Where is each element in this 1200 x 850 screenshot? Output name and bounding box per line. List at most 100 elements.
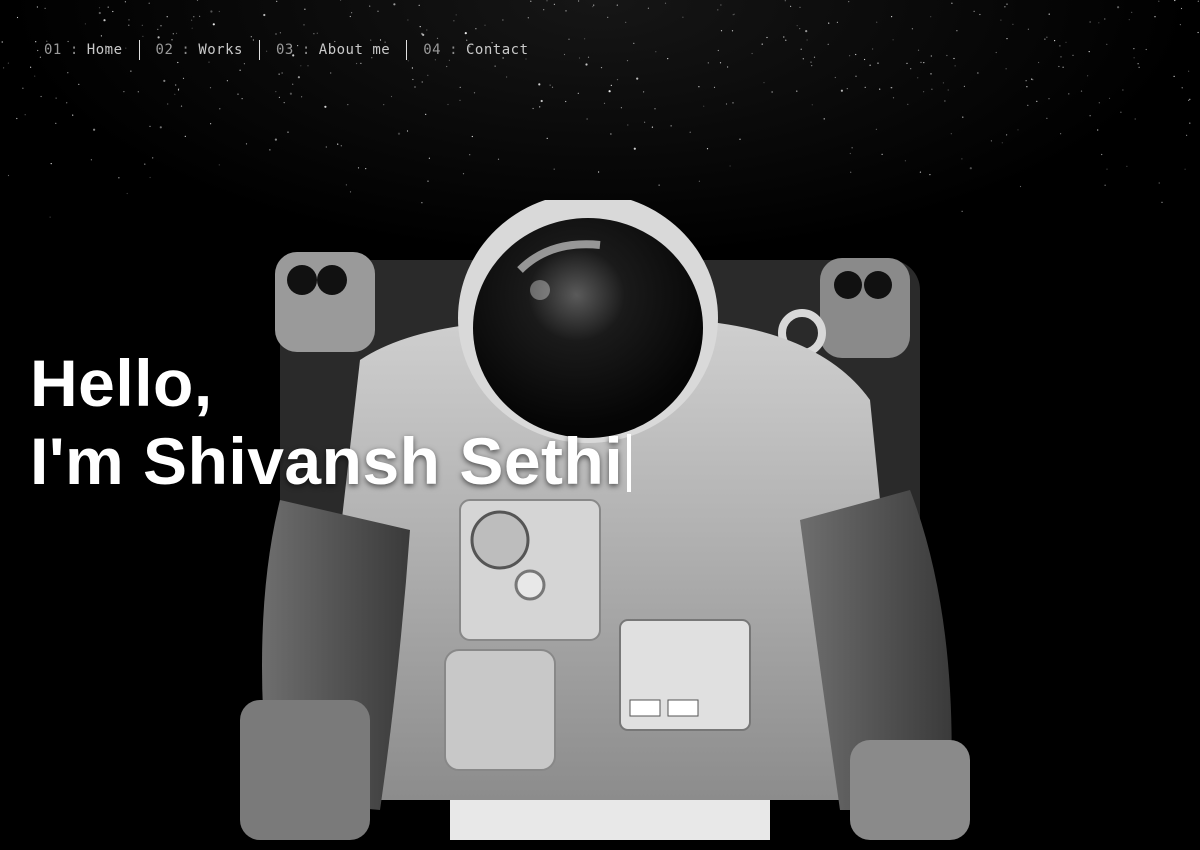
star	[625, 21, 627, 23]
nav-item-label[interactable]: About me	[319, 42, 390, 58]
star	[1133, 57, 1135, 59]
star	[954, 65, 956, 67]
star	[881, 153, 883, 155]
star	[610, 133, 612, 135]
star	[3, 67, 5, 69]
star	[144, 163, 146, 165]
star	[446, 65, 448, 68]
hero-greeting-line: Hello,	[30, 346, 213, 420]
star	[891, 16, 893, 18]
star	[1088, 51, 1090, 53]
star	[390, 95, 393, 98]
star	[800, 48, 802, 50]
star	[698, 180, 701, 182]
star	[1048, 13, 1050, 15]
star	[890, 87, 892, 89]
star	[55, 97, 57, 99]
star	[1128, 19, 1130, 21]
star	[969, 167, 972, 170]
star	[585, 63, 588, 66]
star	[1098, 102, 1100, 104]
star	[397, 132, 401, 135]
star	[159, 126, 162, 129]
star	[1027, 104, 1029, 106]
star	[950, 133, 952, 135]
star	[1019, 185, 1022, 188]
star	[1012, 23, 1014, 25]
star	[616, 79, 619, 81]
star	[647, 7, 650, 9]
star	[1173, 75, 1175, 77]
star	[1197, 0, 1199, 2]
star	[1197, 31, 1199, 34]
nav-item-home[interactable]: 01 : Home	[38, 40, 139, 60]
star	[93, 128, 96, 131]
star	[603, 102, 606, 104]
star	[977, 72, 979, 74]
star	[1087, 75, 1089, 77]
star	[278, 96, 280, 98]
star	[651, 126, 654, 128]
star	[276, 0, 278, 2]
star	[50, 163, 52, 165]
star	[1027, 28, 1029, 30]
star	[484, 24, 486, 26]
typing-cursor	[627, 434, 632, 492]
star	[303, 24, 305, 26]
star	[1161, 201, 1163, 203]
star	[469, 154, 471, 156]
star	[849, 152, 851, 155]
star	[330, 72, 332, 74]
star	[44, 7, 46, 9]
star	[112, 10, 114, 13]
nav-item-separator: :	[301, 42, 311, 58]
star	[212, 23, 215, 26]
star	[720, 4, 722, 6]
star	[1059, 45, 1061, 47]
star	[304, 8, 306, 10]
star	[1098, 22, 1100, 24]
star	[1188, 70, 1190, 72]
star	[123, 91, 125, 93]
star	[1186, 134, 1188, 136]
star	[911, 28, 914, 30]
star	[703, 105, 705, 107]
nav-item-label[interactable]: Works	[198, 42, 243, 58]
star	[377, 10, 379, 12]
star	[473, 92, 476, 94]
star	[763, 82, 765, 84]
star	[447, 103, 449, 106]
nav-item-works[interactable]: 02 : Works	[140, 40, 259, 60]
star	[313, 33, 315, 35]
star	[243, 63, 245, 65]
star	[587, 56, 590, 58]
star	[49, 216, 51, 218]
star	[953, 57, 955, 60]
star	[137, 91, 139, 93]
star	[289, 92, 292, 95]
star	[218, 10, 220, 13]
star	[316, 32, 318, 34]
star	[1032, 79, 1034, 81]
nav-item-label[interactable]: Home	[87, 42, 123, 58]
star	[1080, 90, 1083, 92]
star	[990, 140, 993, 142]
star	[1089, 115, 1091, 117]
star	[771, 91, 773, 93]
star	[149, 125, 151, 127]
nav-item-label[interactable]: Contact	[466, 42, 529, 58]
nav-item-contact[interactable]: 04 : Contact	[407, 40, 544, 60]
star	[706, 148, 709, 150]
star	[167, 103, 169, 105]
star	[906, 62, 908, 64]
star	[1104, 184, 1106, 186]
star	[494, 65, 496, 67]
star	[920, 61, 922, 63]
star	[836, 21, 839, 23]
star	[929, 174, 931, 176]
star	[872, 48, 874, 50]
star	[1179, 24, 1181, 26]
star	[813, 56, 816, 58]
star	[616, 4, 618, 6]
nav-item-about[interactable]: 03 : About me	[260, 40, 406, 60]
